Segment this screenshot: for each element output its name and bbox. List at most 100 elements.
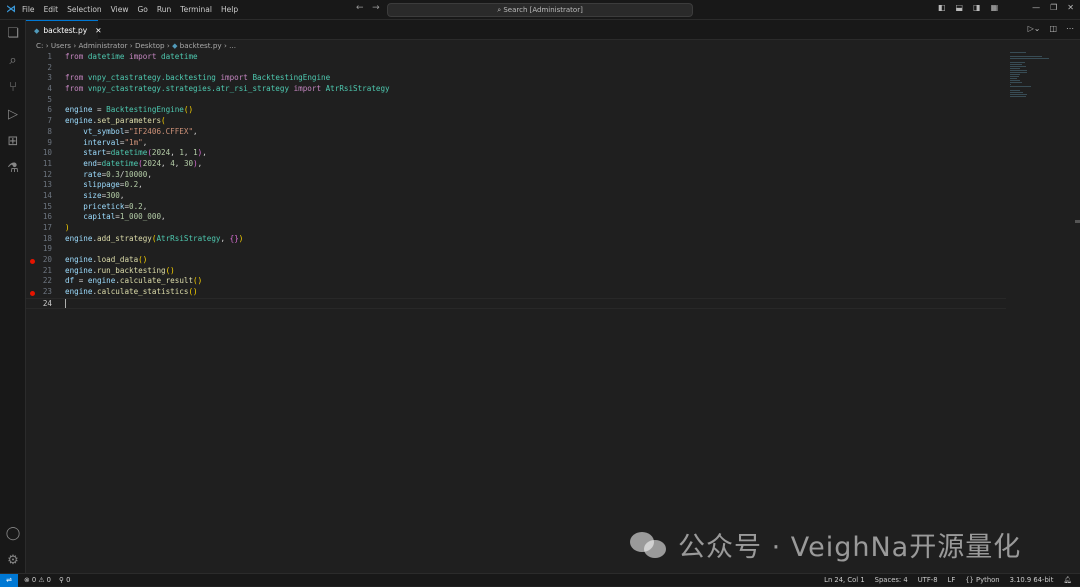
notifications-icon[interactable]: 🔔︎ [1063,576,1072,584]
code-line[interactable]: 9 interval="1m", [26,138,1006,149]
menu-terminal[interactable]: Terminal [180,5,212,14]
menu-help[interactable]: Help [221,5,238,14]
menu-run[interactable]: Run [157,5,171,14]
code-line[interactable]: 15 pricetick=0.2, [26,202,1006,213]
code-line[interactable]: 20 engine.load_data() [26,255,1006,266]
token: , [142,201,148,211]
breadcrumb-item[interactable]: backtest.py [180,41,222,50]
token: engine [65,287,93,297]
menu-bar: File Edit Selection View Go Run Terminal Help [22,5,247,14]
restore-icon[interactable]: ❐ [1050,3,1057,12]
ports-indicator[interactable]: ⚲ 0 [59,576,70,584]
breakpoint-icon[interactable] [30,258,35,264]
activity-bar: ❏ ⌕ ⑂ ▷ ⊞ ⚗ ◯ ⚙ [0,20,26,573]
language-mode[interactable]: {} Python [965,576,999,584]
code-line[interactable]: 4 from vnpy_ctastrategy.strategies.atr_rs… [26,84,1006,95]
line-number: 5 [47,94,52,104]
breadcrumb-item[interactable]: Desktop [135,41,165,50]
toggle-secondary-sidebar-icon[interactable]: ◨ [973,3,981,12]
tab-backtest-py[interactable]: ◆ backtest.py ✕ [26,20,102,40]
close-tab-icon[interactable]: ✕ [95,26,101,35]
code-line[interactable]: 22 df = engine.calculate_result() [26,276,1006,287]
code-line[interactable]: 16 capital=1_000_000, [26,212,1006,223]
code-line[interactable]: 3 from vnpy_ctastrategy.backtesting impor… [26,73,1006,84]
cursor-position[interactable]: Ln 24, Col 1 [824,576,865,584]
forward-icon[interactable]: → [372,3,380,13]
more-actions-icon[interactable]: ⋯ [1066,24,1074,33]
settings-gear-icon[interactable]: ⚙ [0,547,26,574]
code-line[interactable]: 2 [26,63,1006,74]
token: 1_000_000 [119,212,162,222]
token: end [65,158,98,168]
code-line[interactable]: 1 from datetime import datetime [26,52,1006,63]
remote-icon[interactable]: ⇌ [0,573,18,587]
code-line[interactable]: 13 slippage=0.2, [26,180,1006,191]
token: set_parameters [97,116,162,126]
line-code: capital=1_000_000, [52,212,165,223]
token: 0.2 [124,180,139,190]
tab-bar: ◆ backtest.py ✕ ▷⌄ ◫ ⋯ [26,20,1080,40]
code-line[interactable]: 19 [26,244,1006,255]
code-line[interactable]: 14 size=300, [26,191,1006,202]
token: import [293,84,326,94]
token: size [65,190,102,200]
token: load_data [97,255,139,265]
python-file-icon: ◆ [172,42,180,50]
toggle-sidebar-icon[interactable]: ◧ [938,3,946,12]
toggle-panel-icon[interactable]: ⬓ [955,3,963,12]
extensions-icon[interactable]: ⊞ [0,128,26,155]
breadcrumb-item[interactable]: Administrator [79,41,128,50]
menu-edit[interactable]: Edit [44,5,59,14]
minimize-icon[interactable]: — [1032,3,1040,12]
search-icon[interactable]: ⌕ [0,47,26,74]
wechat-logo-icon [628,530,670,560]
code-line[interactable]: 8 vt_symbol="IF2406.CFFEX", [26,127,1006,138]
code-line[interactable]: 24 [26,297,1006,309]
end-of-line[interactable]: LF [948,576,956,584]
indentation[interactable]: Spaces: 4 [875,576,908,584]
token: pricetick [65,201,125,211]
code-line[interactable]: 21 engine.run_backtesting() [26,266,1006,277]
token: engine [65,105,93,115]
source-control-icon[interactable]: ⑂ [0,74,26,101]
code-editor[interactable]: 1 from datetime import datetime 2 3 from vnp… [26,52,1006,309]
encoding[interactable]: UTF-8 [918,576,938,584]
customize-layout-icon[interactable]: ▦ [991,3,999,12]
code-line[interactable]: 11 end=datetime(2024, 4, 30), [26,159,1006,170]
breadcrumb-separator: › [43,41,51,50]
split-editor-icon[interactable]: ◫ [1049,24,1057,33]
account-icon[interactable]: ◯ [0,520,26,547]
code-line[interactable]: 10 start=datetime(2024, 1, 1), [26,148,1006,159]
menu-file[interactable]: File [22,5,35,14]
minimap[interactable] [1010,52,1055,97]
token: vnpy_ctastrategy.strategies.atr_rsi_stra… [87,84,294,94]
line-number: 22 [42,276,52,286]
code-line[interactable]: 17) [26,223,1006,234]
back-icon[interactable]: ← [356,3,364,13]
problems-indicator[interactable]: ⊗ 0 ⚠ 0 [24,576,51,584]
breakpoint-icon[interactable] [30,290,35,296]
code-line[interactable]: 7 engine.set_parameters( [26,116,1006,127]
close-window-icon[interactable]: ✕ [1067,3,1074,12]
code-line[interactable]: 23 engine.calculate_statistics() [26,287,1006,298]
explorer-icon[interactable]: ❏ [0,20,26,47]
menu-selection[interactable]: Selection [67,5,102,14]
python-interpreter[interactable]: 3.10.9 64-bit [1010,576,1054,584]
code-line[interactable]: 12 rate=0.3/10000, [26,170,1006,181]
code-line[interactable]: 6 engine = BacktestingEngine() [26,105,1006,116]
command-center-search[interactable]: ⌕ Search [Administrator] [387,3,693,17]
token: , [138,180,143,190]
menu-view[interactable]: View [111,5,129,14]
token: calculate_result [119,276,194,286]
breadcrumb-item[interactable]: Users [51,41,71,50]
token: 300 [106,190,120,200]
testing-icon[interactable]: ⚗ [0,155,26,182]
editor-scrollbar[interactable] [1074,40,1080,573]
run-debug-icon[interactable]: ▷ [0,101,26,128]
menu-go[interactable]: Go [137,5,147,14]
breadcrumb-item[interactable]: ... [229,41,236,50]
code-line[interactable]: 5 [26,95,1006,106]
code-line[interactable]: 18 engine.add_strategy(AtrRsiStrategy, {}… [26,234,1006,245]
run-python-file-icon[interactable]: ▷⌄ [1028,24,1041,33]
